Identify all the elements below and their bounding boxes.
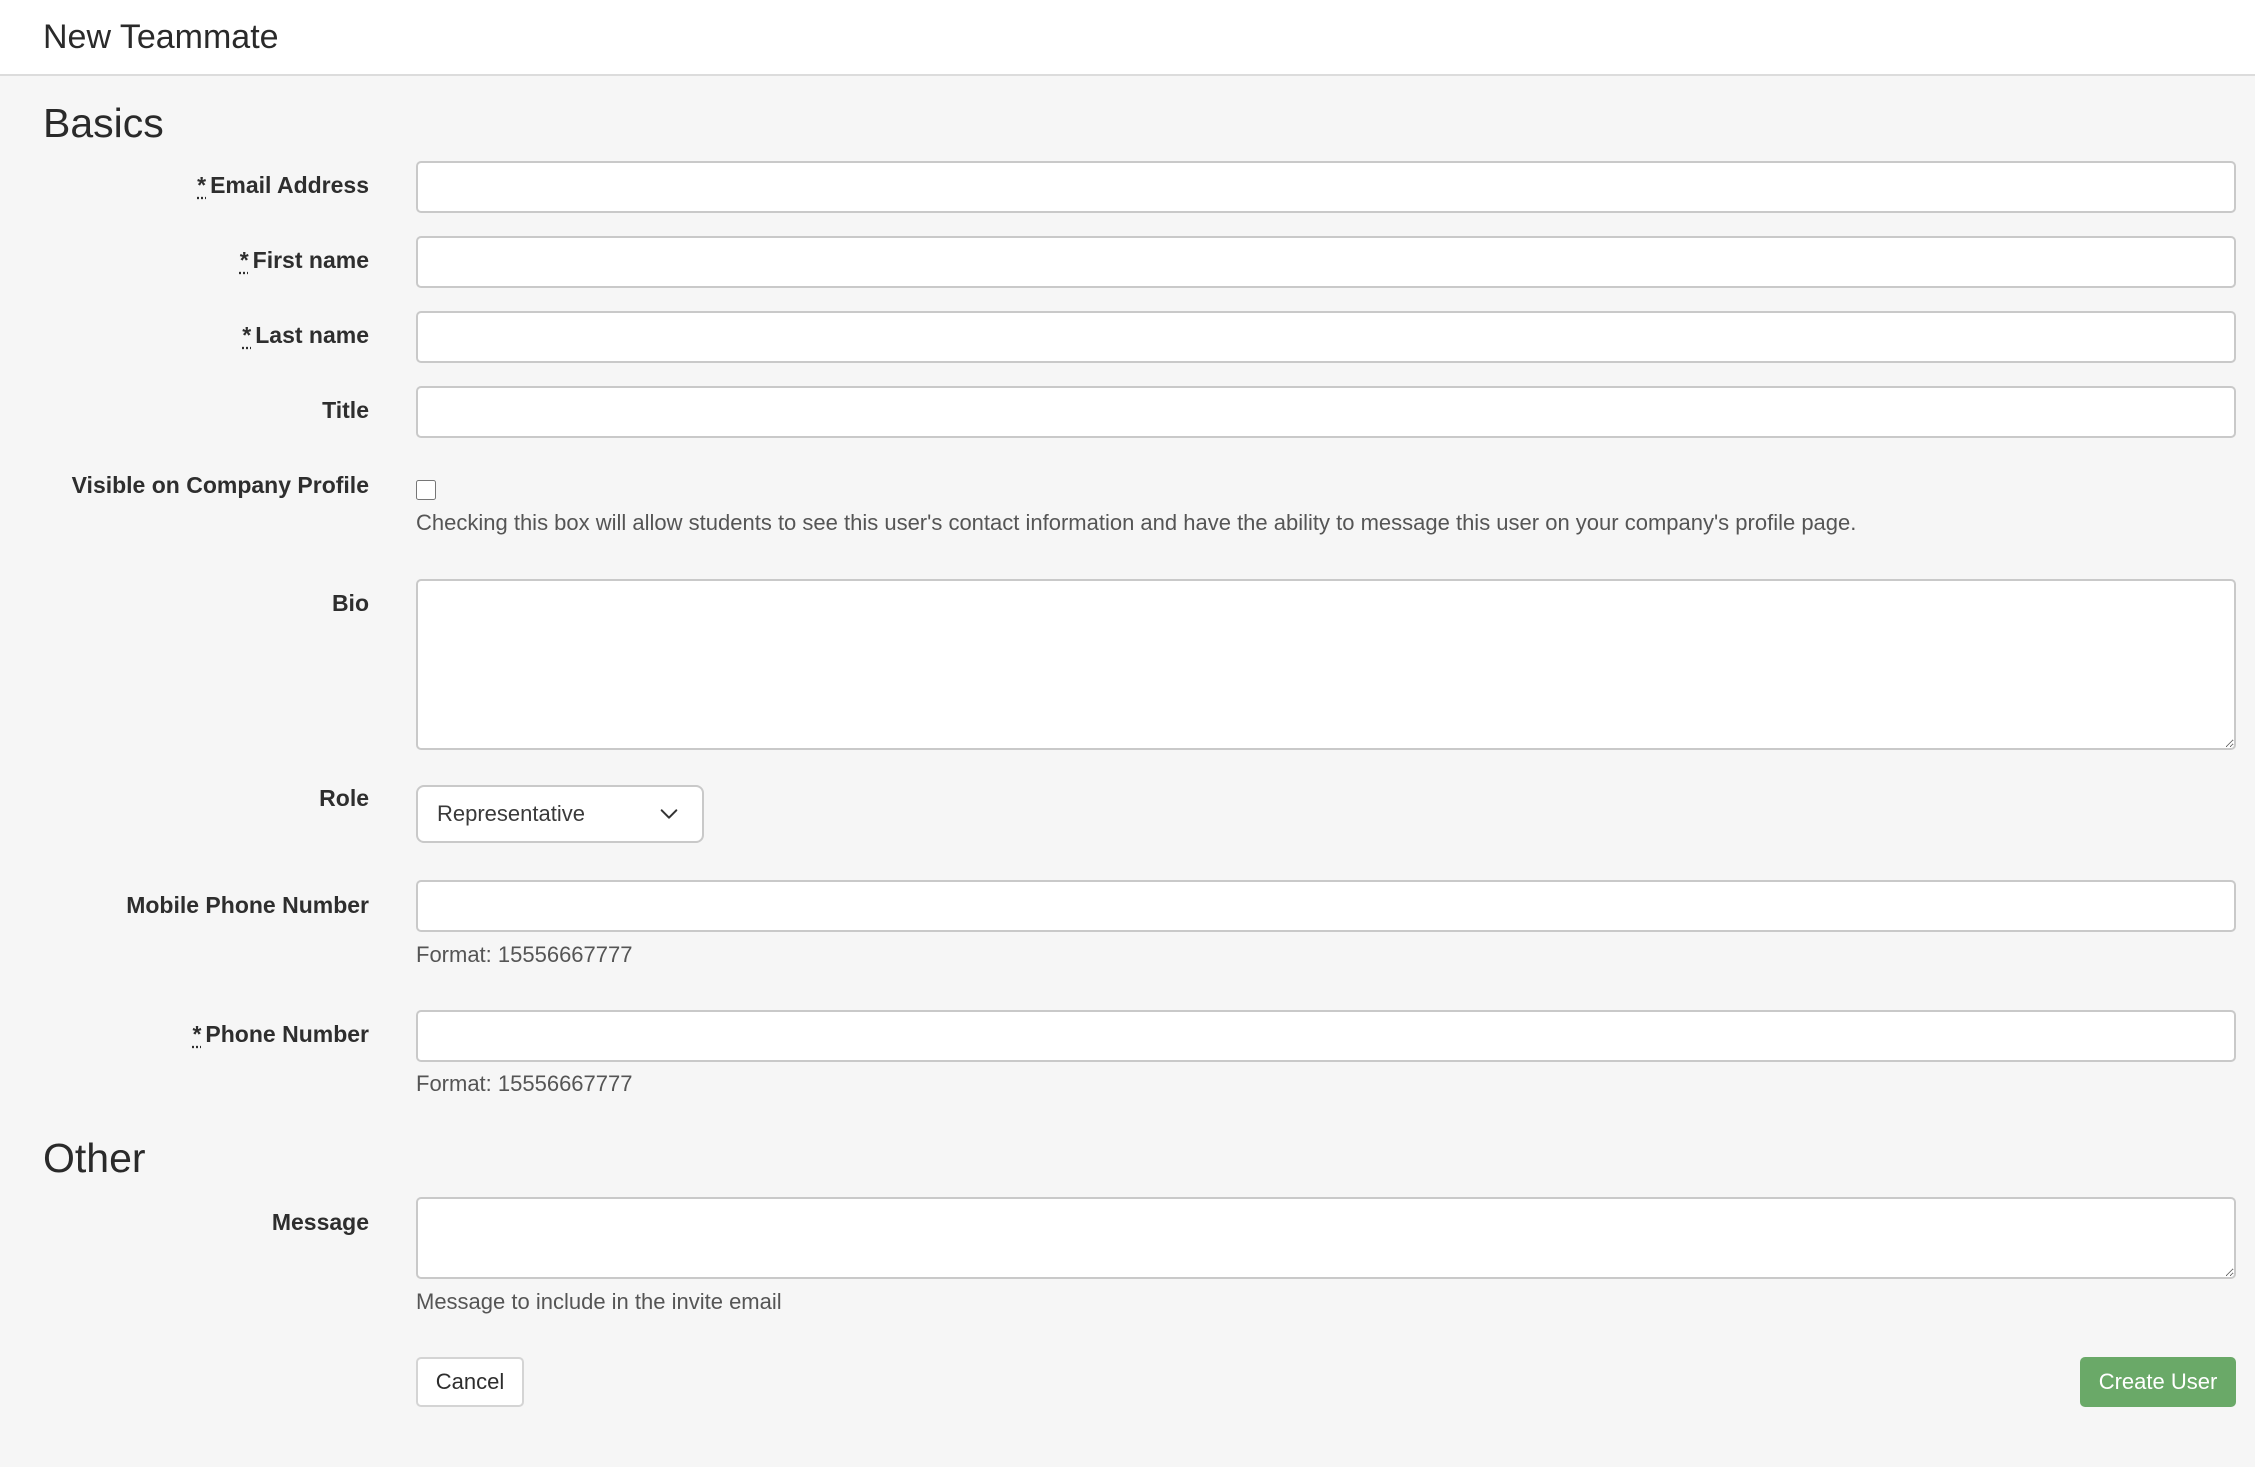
phone-input[interactable]	[416, 1010, 2236, 1062]
phone-help: Format: 15556667777	[416, 1071, 633, 1096]
visible-on-profile-help: Checking this box will allow students to…	[416, 510, 1857, 535]
mobile-phone-input[interactable]	[416, 880, 2236, 932]
bio-label: Bio	[331, 590, 369, 616]
first-name-label: * First name	[239, 247, 369, 273]
phone-label: * Phone Number	[192, 1021, 369, 1047]
role-select[interactable]: Representative	[416, 785, 704, 843]
title-label: Title	[322, 397, 369, 423]
mobile-phone-help: Format: 15556667777	[416, 942, 633, 967]
role-label: Role	[319, 785, 369, 811]
section-heading-other: Other	[43, 1135, 146, 1181]
first-name-input[interactable]	[416, 236, 2236, 288]
required-marker: *	[242, 322, 252, 348]
page-title: New Teammate	[43, 17, 279, 56]
chevron-down-icon	[660, 809, 678, 819]
email-input[interactable]	[416, 161, 2236, 213]
page-header: New Teammate	[0, 0, 2255, 76]
message-label: Message	[271, 1209, 369, 1235]
message-textarea[interactable]	[416, 1197, 2236, 1279]
email-label: * Email Address	[197, 172, 369, 198]
visible-on-profile-label: Visible on Company Profile	[71, 472, 369, 498]
message-help: Message to include in the invite email	[416, 1289, 782, 1314]
mobile-phone-label: Mobile Phone Number	[126, 892, 369, 918]
bio-textarea[interactable]	[416, 579, 2236, 750]
required-marker: *	[239, 247, 249, 273]
last-name-input[interactable]	[416, 311, 2236, 363]
last-name-label: * Last name	[242, 322, 369, 348]
required-marker: *	[192, 1021, 202, 1047]
required-marker: *	[197, 172, 207, 198]
section-heading-basics: Basics	[43, 100, 164, 146]
visible-on-profile-checkbox[interactable]	[416, 480, 436, 500]
role-selected-value: Representative	[437, 801, 585, 826]
cancel-button[interactable]: Cancel	[416, 1357, 524, 1407]
create-user-button[interactable]: Create User	[2080, 1357, 2236, 1407]
title-input[interactable]	[416, 386, 2236, 438]
